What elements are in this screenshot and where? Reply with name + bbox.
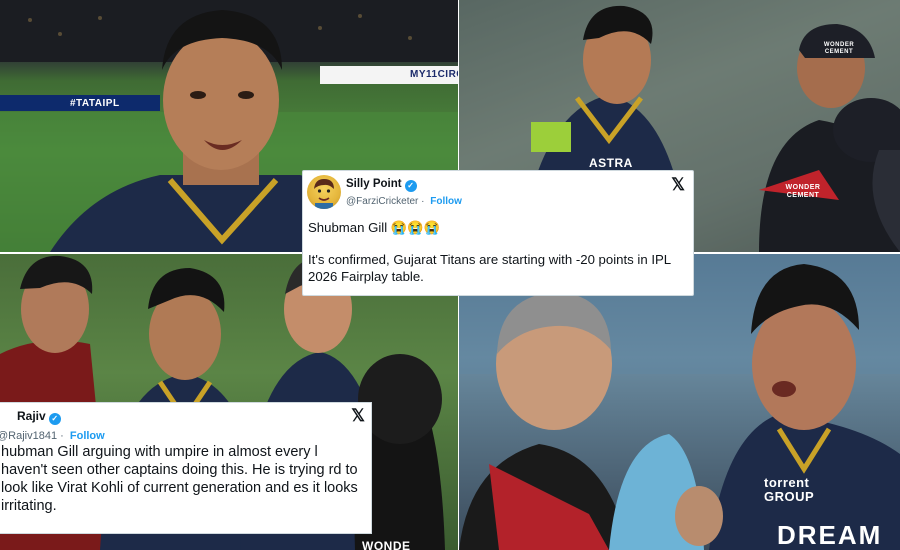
player-arguing-illustration bbox=[459, 254, 900, 550]
tweet-body: hubman Gill arguing with umpire in almos… bbox=[1, 444, 358, 514]
tweet-text-line2: It's confirmed, Gujarat Titans are start… bbox=[308, 252, 671, 284]
x-logo-icon[interactable]: 𝕏 bbox=[351, 407, 365, 424]
follow-button[interactable]: Follow bbox=[70, 430, 105, 442]
jersey-text-top: ASTRA bbox=[589, 156, 633, 170]
verified-badge-icon: ✓ bbox=[404, 180, 417, 192]
shirt-logo-text: WONDER CEMENT bbox=[785, 184, 821, 199]
avatar[interactable] bbox=[307, 175, 341, 209]
verified-badge-icon: ✓ bbox=[48, 413, 61, 425]
follow-button[interactable]: Follow bbox=[430, 196, 462, 207]
tweet-card-silly-point[interactable]: Silly Point ✓ @FarziCricketer · Follow 𝕏 … bbox=[302, 170, 694, 296]
tweet-author-name[interactable]: Silly Point bbox=[346, 178, 402, 190]
photo-panel-bottom-right: torrent GROUP DREAM bbox=[459, 254, 900, 550]
tweet-author-handle[interactable]: @Rajiv1841 bbox=[0, 430, 57, 442]
billboard-left-text: #TATAIPL bbox=[70, 98, 120, 109]
billboard-right-text: MY11CIRC bbox=[410, 69, 458, 80]
cap-logo-text: WONDER CEMENT bbox=[823, 42, 855, 55]
tweet-header: Rajiv ✓ @Rajiv1841 · Follow 𝕏 bbox=[0, 403, 371, 442]
tweet-body: Shubman Gill 😭😭😭 It's confirmed, Gujarat… bbox=[303, 215, 693, 285]
tweet-author-handle[interactable]: @FarziCricketer bbox=[346, 196, 418, 207]
tweet-card-rajiv[interactable]: Rajiv ✓ @Rajiv1841 · Follow 𝕏 hubman Gill… bbox=[0, 402, 372, 534]
tweet-header: Silly Point ✓ @FarziCricketer · Follow 𝕏 bbox=[303, 171, 693, 215]
jersey-text-bottom-right: DREAM bbox=[777, 520, 883, 550]
tweet-author-name[interactable]: Rajiv bbox=[17, 409, 46, 423]
tweet-text-line1: Shubman Gill 😭😭😭 bbox=[308, 220, 441, 235]
sponsor-text-bottom-right: torrent GROUP bbox=[764, 475, 815, 504]
shirt-sponsor-bottom-left: WONDE bbox=[362, 539, 411, 550]
cartoon-face-icon bbox=[314, 179, 334, 209]
x-logo-icon[interactable]: 𝕏 bbox=[671, 176, 685, 193]
